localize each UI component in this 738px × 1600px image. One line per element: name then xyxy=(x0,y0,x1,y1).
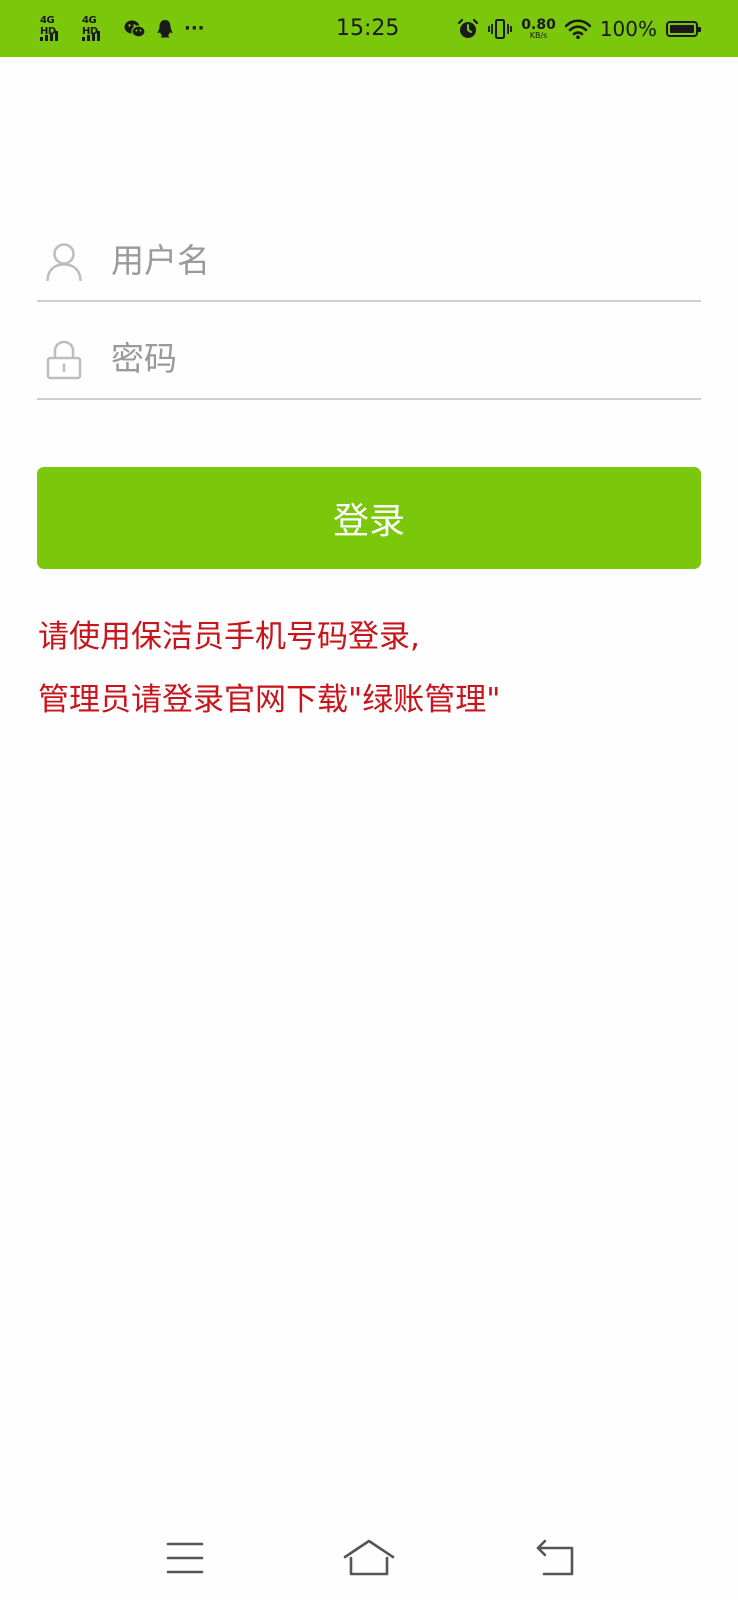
user-icon xyxy=(46,243,82,282)
qq-icon xyxy=(157,19,173,37)
status-right-group: 0.80 KB/s 100% xyxy=(457,0,701,57)
home-icon[interactable] xyxy=(337,1530,401,1586)
wifi-icon xyxy=(564,18,591,39)
menu-icon[interactable] xyxy=(154,1530,218,1586)
battery-percent: 100% xyxy=(599,16,657,41)
username-field xyxy=(37,210,701,302)
status-bar: 4G HD 4G HD ··· 15:25 0.80 KB/s 100% xyxy=(0,0,738,57)
wechat-icon xyxy=(124,20,146,38)
vibrate-icon xyxy=(488,18,513,39)
network-speed-value: 0.80 xyxy=(521,16,556,33)
more-notifications-icon: ··· xyxy=(184,18,205,39)
lock-icon xyxy=(46,340,82,380)
username-input[interactable] xyxy=(111,238,671,282)
password-input[interactable] xyxy=(111,336,671,380)
status-left-group: 4G HD 4G HD ··· xyxy=(40,0,205,57)
alarm-icon xyxy=(458,18,479,38)
login-button[interactable]: 登录 xyxy=(37,467,701,569)
signal-icon-sim2: 4G HD xyxy=(82,15,114,42)
signal-icon-sim1: 4G HD xyxy=(40,15,72,42)
clock: 15:25 xyxy=(336,16,400,41)
login-notice: 请使用保洁员手机号码登录, 管理员请登录官网下载"绿账管理" xyxy=(38,606,501,732)
network-speed-unit: KB/s xyxy=(529,30,548,40)
notice-line-2: 管理员请登录官网下载"绿账管理" xyxy=(38,682,501,718)
battery-icon xyxy=(666,20,701,37)
password-field xyxy=(37,308,701,400)
network-speed: 0.80 KB/s xyxy=(521,18,556,40)
notice-line-1: 请使用保洁员手机号码登录, xyxy=(38,619,420,655)
back-icon[interactable] xyxy=(532,1530,596,1586)
